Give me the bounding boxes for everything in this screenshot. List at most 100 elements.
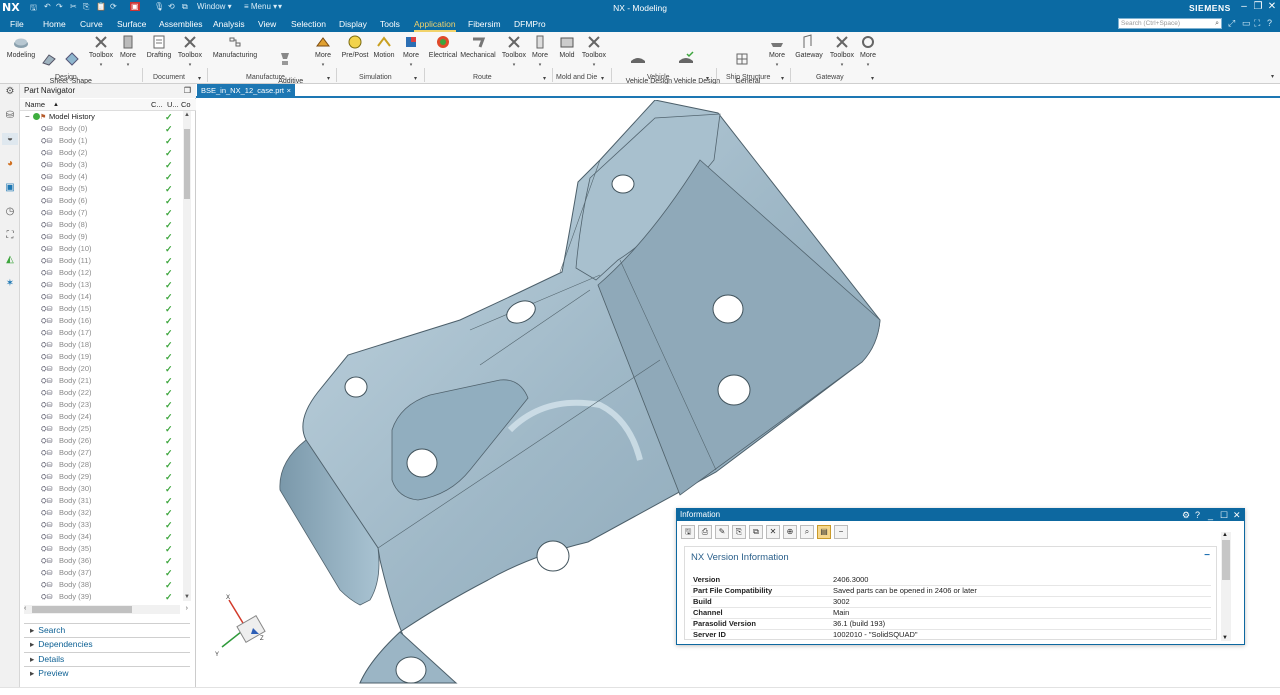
information-title-bar[interactable]: Information ⚙ ? _ ☐ ✕	[677, 509, 1244, 521]
more-ship-button[interactable]: More ▾	[766, 34, 788, 69]
body-node[interactable]: ⛭⛁ Body (3) ✓	[20, 159, 182, 171]
drafting-button[interactable]: Drafting	[144, 34, 174, 61]
sort-ascending-icon[interactable]: ▲	[53, 99, 59, 111]
more-simulation-button[interactable]: More ▾	[400, 34, 422, 69]
preview-section[interactable]: ▸ Preview	[24, 666, 190, 679]
info-help-icon[interactable]: ?	[1195, 509, 1200, 521]
column-u[interactable]: U...	[167, 99, 179, 111]
navigator-vertical-scrollbar[interactable]: ▲ ▼	[183, 111, 191, 601]
menu-display[interactable]: Display	[339, 19, 367, 29]
group-vehicle-expand-icon[interactable]: ▾	[706, 75, 709, 82]
body-node[interactable]: ⛭⛁ Body (28) ✓	[20, 459, 182, 471]
body-node[interactable]: ⛭⛁ Body (39) ✓	[20, 591, 182, 601]
copy-icon[interactable]: ⎘	[732, 525, 746, 539]
more-design-button[interactable]: More ▾	[117, 34, 139, 69]
body-node[interactable]: ⛭⛁ Body (18) ✓	[20, 339, 182, 351]
body-node[interactable]: ⛭⛁ Body (34) ✓	[20, 531, 182, 543]
menu-tools[interactable]: Tools	[380, 19, 400, 29]
details-section[interactable]: ▸ Details	[24, 652, 190, 665]
full-screen-icon[interactable]: ⛶	[1254, 18, 1260, 29]
more-route-button[interactable]: More ▾	[529, 34, 551, 69]
maximize-panel-icon[interactable]: ❐	[184, 84, 191, 98]
menu-selection[interactable]: Selection	[291, 19, 326, 29]
group-manufacture-expand-icon[interactable]: ▾	[327, 75, 330, 82]
mold-button[interactable]: Mold	[556, 34, 578, 61]
toolbox-mold-button[interactable]: Toolbox ▾	[580, 34, 608, 69]
menu-view[interactable]: View	[258, 19, 276, 29]
scroll-up-icon[interactable]: ▲	[184, 112, 190, 118]
group-ship-expand-icon[interactable]: ▾	[781, 75, 784, 82]
gateway-button[interactable]: Gateway	[794, 34, 824, 61]
body-node[interactable]: ⛭⛁ Body (26) ✓	[20, 435, 182, 447]
body-node[interactable]: ⛭⛁ Body (30) ✓	[20, 483, 182, 495]
scrollbar-thumb[interactable]	[184, 129, 190, 199]
scroll-right-icon[interactable]: ›	[186, 605, 188, 612]
toolbox-design-button[interactable]: Toolbox ▾	[87, 34, 115, 69]
body-node[interactable]: ⛭⛁ Body (13) ✓	[20, 279, 182, 291]
menu-assemblies[interactable]: Assemblies	[159, 19, 202, 29]
body-node[interactable]: ⛭⛁ Body (15) ✓	[20, 303, 182, 315]
info-vertical-scrollbar[interactable]: ▲ ▼	[1221, 532, 1231, 641]
body-node[interactable]: ⛭⛁ Body (17) ✓	[20, 327, 182, 339]
collapse-icon[interactable]: −	[25, 111, 30, 123]
save-icon[interactable]: 🖫	[681, 525, 695, 539]
menu-analysis[interactable]: Analysis	[213, 19, 245, 29]
ribbon-options-icon[interactable]: ▾	[1271, 73, 1274, 80]
body-node[interactable]: ⛭⛁ Body (35) ✓	[20, 543, 182, 555]
body-node[interactable]: ⛭⛁ Body (6) ✓	[20, 195, 182, 207]
knowledge-fusion-icon[interactable]: ✶	[4, 278, 16, 290]
minimize-button[interactable]: –	[1238, 1, 1250, 12]
scrollbar-thumb[interactable]	[1222, 540, 1230, 580]
collapse-section-icon[interactable]: −	[1204, 550, 1210, 561]
restore-button[interactable]: ❐	[1252, 1, 1264, 12]
modeling-button[interactable]: Modeling	[4, 34, 38, 61]
motion-button[interactable]: Motion	[370, 34, 398, 61]
edit-icon[interactable]: ✎	[715, 525, 729, 539]
menu-file[interactable]: File	[10, 19, 24, 29]
command-finder-icon[interactable]: ⤢	[1228, 18, 1235, 29]
collapse-icon[interactable]: −	[834, 525, 848, 539]
scroll-left-icon[interactable]: ‹	[24, 605, 26, 612]
body-node[interactable]: ⛭⛁ Body (37) ✓	[20, 567, 182, 579]
column-co[interactable]: Co	[181, 99, 191, 111]
reuse-library-icon[interactable]: ◕	[4, 158, 16, 170]
body-node[interactable]: ⛭⛁ Body (25) ✓	[20, 423, 182, 435]
menu-surface[interactable]: Surface	[117, 19, 146, 29]
toolbox-document-button[interactable]: Toolbox ▾	[176, 34, 204, 69]
body-node[interactable]: ⛭⛁ Body (27) ✓	[20, 447, 182, 459]
close-tab-icon[interactable]: ×	[287, 84, 291, 98]
body-node[interactable]: ⛭⛁ Body (4) ✓	[20, 171, 182, 183]
body-node[interactable]: ⛭⛁ Body (11) ✓	[20, 255, 182, 267]
more-gateway-button[interactable]: More ▾	[857, 34, 879, 69]
group-mold-expand-icon[interactable]: ▾	[601, 75, 604, 82]
body-node[interactable]: ⛭⛁ Body (19) ✓	[20, 351, 182, 363]
assembly-navigator-icon[interactable]: ⛁	[4, 110, 16, 122]
clear-icon[interactable]: ✕	[766, 525, 780, 539]
window-layout-icon[interactable]: ▭	[1242, 18, 1251, 29]
scroll-down-icon[interactable]: ▼	[1222, 635, 1228, 641]
info-settings-gear-icon[interactable]: ⚙	[1182, 509, 1190, 521]
toolbox-gateway-button[interactable]: Toolbox ▾	[828, 34, 856, 69]
body-node[interactable]: ⛭⛁ Body (9) ✓	[20, 231, 182, 243]
menu-dfmpro[interactable]: DFMPro	[514, 19, 546, 29]
body-node[interactable]: ⛭⛁ Body (32) ✓	[20, 507, 182, 519]
body-node[interactable]: ⛭⛁ Body (0) ✓	[20, 123, 182, 135]
group-route-expand-icon[interactable]: ▾	[543, 75, 546, 82]
body-node[interactable]: ⛭⛁ Body (36) ✓	[20, 555, 182, 567]
command-search-input[interactable]: Search (Ctrl+Space) ⌕	[1118, 18, 1222, 29]
pre-post-button[interactable]: Pre/Post	[340, 34, 370, 61]
body-node[interactable]: ⛭⛁ Body (20) ✓	[20, 363, 182, 375]
body-node[interactable]: ⛭⛁ Body (21) ✓	[20, 375, 182, 387]
word-wrap-icon[interactable]: ▤	[817, 525, 831, 539]
menu-fibersim[interactable]: Fibersim	[468, 19, 501, 29]
body-node[interactable]: ⛭⛁ Body (8) ✓	[20, 219, 182, 231]
body-node[interactable]: ⛭⛁ Body (29) ✓	[20, 471, 182, 483]
group-simulation-expand-icon[interactable]: ▾	[414, 75, 417, 82]
info-minimize-button[interactable]: _	[1208, 509, 1213, 521]
body-node[interactable]: ⛭⛁ Body (22) ✓	[20, 387, 182, 399]
column-c[interactable]: C...	[151, 99, 163, 111]
more-manufacture-button[interactable]: More ▾	[312, 34, 334, 69]
body-node[interactable]: ⛭⛁ Body (33) ✓	[20, 519, 182, 531]
info-maximize-button[interactable]: ☐	[1220, 509, 1228, 521]
history-icon[interactable]: ◷	[4, 206, 16, 218]
